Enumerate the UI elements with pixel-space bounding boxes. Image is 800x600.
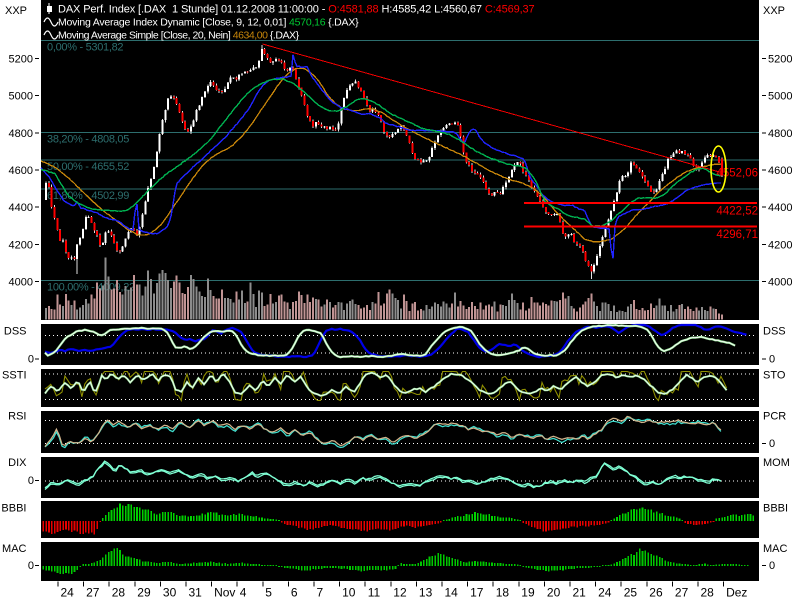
- svg-text:RSI: RSI: [8, 411, 26, 423]
- svg-text:20: 20: [547, 586, 561, 600]
- svg-text:10: 10: [342, 586, 356, 600]
- svg-text:STO: STO: [763, 370, 786, 382]
- svg-text:38,20% - 4808,05: 38,20% - 4808,05: [47, 134, 129, 146]
- svg-text:MAC: MAC: [2, 543, 27, 555]
- svg-text:27: 27: [675, 586, 689, 600]
- svg-text:30: 30: [163, 586, 177, 600]
- svg-text:26: 26: [649, 586, 663, 600]
- svg-text:4400: 4400: [768, 202, 792, 214]
- svg-text:PCR: PCR: [763, 411, 786, 423]
- svg-text:5200: 5200: [768, 54, 792, 66]
- svg-text:28: 28: [112, 586, 126, 600]
- svg-text:4000: 4000: [9, 277, 33, 289]
- svg-text:0: 0: [28, 354, 34, 366]
- svg-text:17: 17: [470, 586, 484, 600]
- svg-text:4200: 4200: [9, 239, 33, 251]
- svg-text:Moving Average Index Dynamic [: Moving Average Index Dynamic [Close, 9, …: [58, 17, 359, 29]
- svg-text:XXP: XXP: [5, 5, 27, 17]
- svg-text:13: 13: [419, 586, 433, 600]
- svg-text:25: 25: [624, 586, 638, 600]
- svg-text:27: 27: [86, 586, 100, 600]
- svg-text:Moving Average Simple [Close,: Moving Average Simple [Close, 20, Nein] …: [58, 30, 300, 42]
- svg-text:4000: 4000: [768, 277, 792, 289]
- svg-text:4400: 4400: [9, 202, 33, 214]
- svg-text:5000: 5000: [768, 91, 792, 103]
- svg-text:4296,71: 4296,71: [716, 229, 758, 241]
- svg-text:4800: 4800: [768, 128, 792, 140]
- svg-text:19: 19: [521, 586, 535, 600]
- svg-text:SSTI: SSTI: [2, 370, 26, 382]
- svg-text:0: 0: [769, 560, 775, 572]
- svg-text:DAX Perf. Index [.DAX 1 Stund: DAX Perf. Index [.DAX 1 Stunde] 01.12.20…: [58, 4, 535, 16]
- svg-text:4600: 4600: [9, 165, 33, 177]
- svg-text:Dez: Dez: [726, 586, 747, 600]
- svg-text:18: 18: [496, 586, 510, 600]
- svg-text:0: 0: [769, 354, 775, 366]
- svg-text:MOM: MOM: [763, 457, 790, 469]
- svg-text:5: 5: [265, 586, 272, 600]
- svg-text:4800: 4800: [9, 128, 33, 140]
- svg-text:4422,52: 4422,52: [716, 206, 758, 218]
- svg-text:100,00% - 4009,22: 100,00% - 4009,22: [47, 282, 135, 294]
- svg-text:28: 28: [701, 586, 715, 600]
- svg-text:DSS: DSS: [763, 326, 786, 338]
- svg-text:31: 31: [189, 586, 203, 600]
- svg-text:29: 29: [137, 586, 151, 600]
- svg-text:Nov: Nov: [214, 586, 235, 600]
- svg-text:4200: 4200: [768, 239, 792, 251]
- svg-text:6: 6: [291, 586, 298, 600]
- svg-text:0: 0: [28, 560, 34, 572]
- svg-text:5000: 5000: [9, 91, 33, 103]
- svg-text:5200: 5200: [9, 54, 33, 66]
- svg-text:7: 7: [317, 586, 324, 600]
- svg-text:14: 14: [445, 586, 459, 600]
- svg-text:0: 0: [769, 438, 775, 450]
- svg-text:XXP: XXP: [763, 5, 785, 17]
- svg-text:0,00% - 5301,82: 0,00% - 5301,82: [47, 42, 123, 54]
- svg-text:BBBI: BBBI: [763, 503, 788, 515]
- svg-text:12: 12: [393, 586, 407, 600]
- svg-text:4552,06: 4552,06: [716, 168, 758, 180]
- svg-text:4600: 4600: [768, 165, 792, 177]
- svg-text:4: 4: [240, 586, 247, 600]
- svg-text:MAC: MAC: [763, 543, 788, 555]
- svg-text:21: 21: [573, 586, 587, 600]
- svg-text:24: 24: [61, 586, 75, 600]
- svg-text:BBBI: BBBI: [1, 503, 26, 515]
- svg-text:0: 0: [28, 475, 34, 487]
- svg-text:11: 11: [368, 586, 381, 600]
- svg-text:DSS: DSS: [4, 326, 27, 338]
- svg-text:24: 24: [598, 586, 612, 600]
- svg-text:DIX: DIX: [8, 457, 27, 469]
